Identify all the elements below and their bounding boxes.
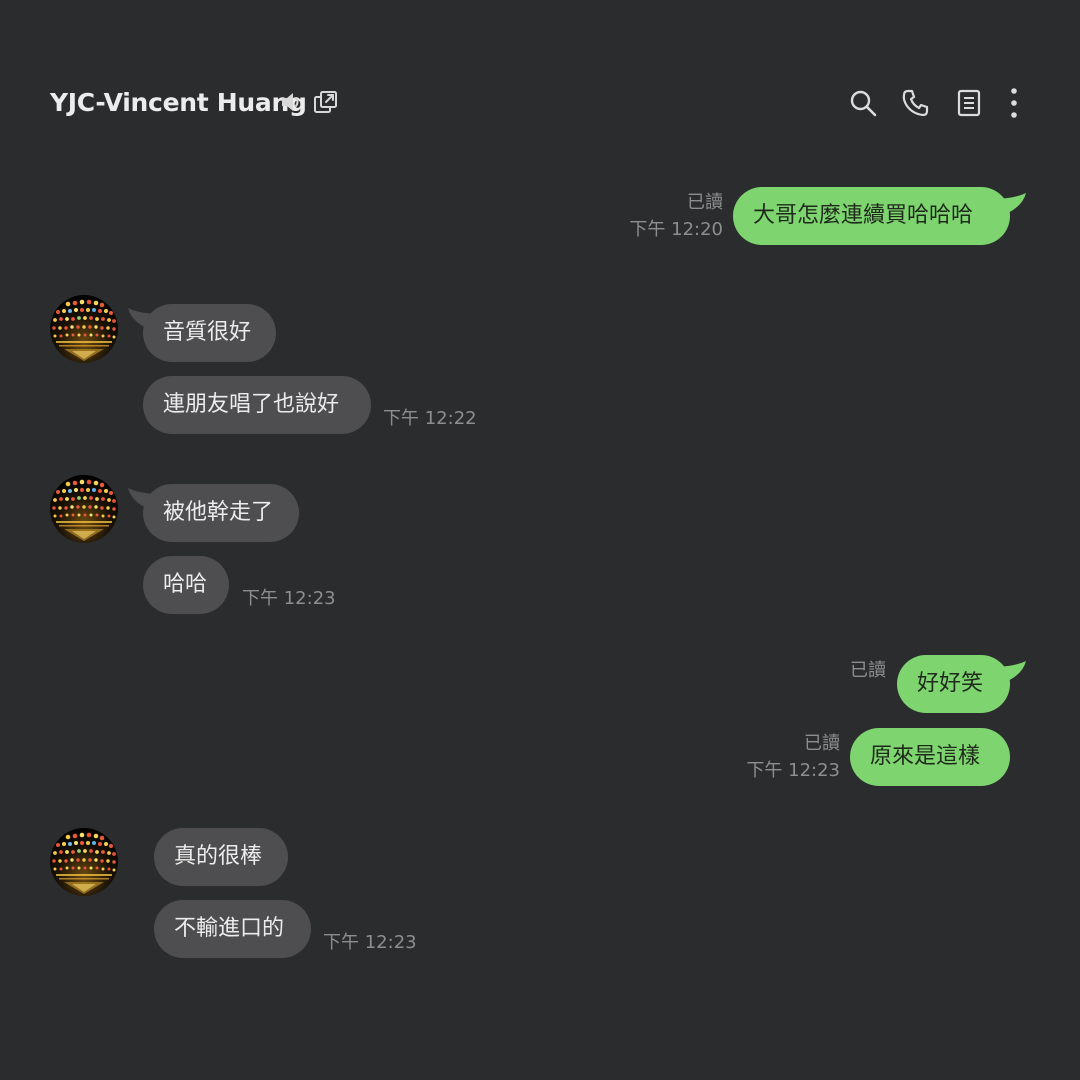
speaker-icon[interactable] — [280, 91, 304, 113]
incoming-message-bubble[interactable]: 連朋友唱了也說好 — [143, 376, 371, 434]
message-timestamp: 下午 12:22 — [383, 408, 477, 429]
incoming-message-bubble[interactable]: 哈哈 — [143, 556, 229, 614]
outgoing-message-bubble[interactable]: 大哥怎麼連續買哈哈哈 — [733, 187, 1010, 245]
message-timestamp: 下午 12:23 — [323, 932, 417, 953]
read-receipt: 已讀 — [804, 733, 840, 754]
external-window-icon[interactable] — [313, 90, 339, 116]
phone-icon[interactable] — [901, 88, 931, 118]
read-receipt: 已讀 — [850, 660, 886, 681]
message-timestamp: 下午 12:23 — [242, 588, 336, 609]
bubble-tail — [992, 193, 1026, 217]
more-vertical-icon[interactable] — [1006, 87, 1022, 119]
message-timestamp: 下午 12:20 — [629, 219, 723, 240]
bubble-tail — [992, 661, 1026, 685]
incoming-message-bubble[interactable]: 音質很好 — [143, 304, 276, 362]
incoming-message-bubble[interactable]: 不輸進口的 — [154, 900, 311, 958]
chat-title: YJC-Vincent Huang — [50, 88, 307, 117]
incoming-message-bubble[interactable]: 真的很棒 — [154, 828, 288, 886]
outgoing-message-bubble[interactable]: 原來是這樣 — [850, 728, 1010, 786]
message-timestamp: 下午 12:23 — [746, 760, 840, 781]
incoming-message-bubble[interactable]: 被他幹走了 — [143, 484, 299, 542]
search-icon[interactable] — [849, 89, 877, 117]
contact-avatar[interactable] — [50, 295, 118, 363]
read-receipt: 已讀 — [687, 192, 723, 213]
contact-avatar[interactable] — [50, 828, 118, 896]
notes-icon[interactable] — [956, 89, 982, 117]
contact-avatar[interactable] — [50, 475, 118, 543]
chat-header: YJC-Vincent Huang — [0, 0, 1080, 150]
